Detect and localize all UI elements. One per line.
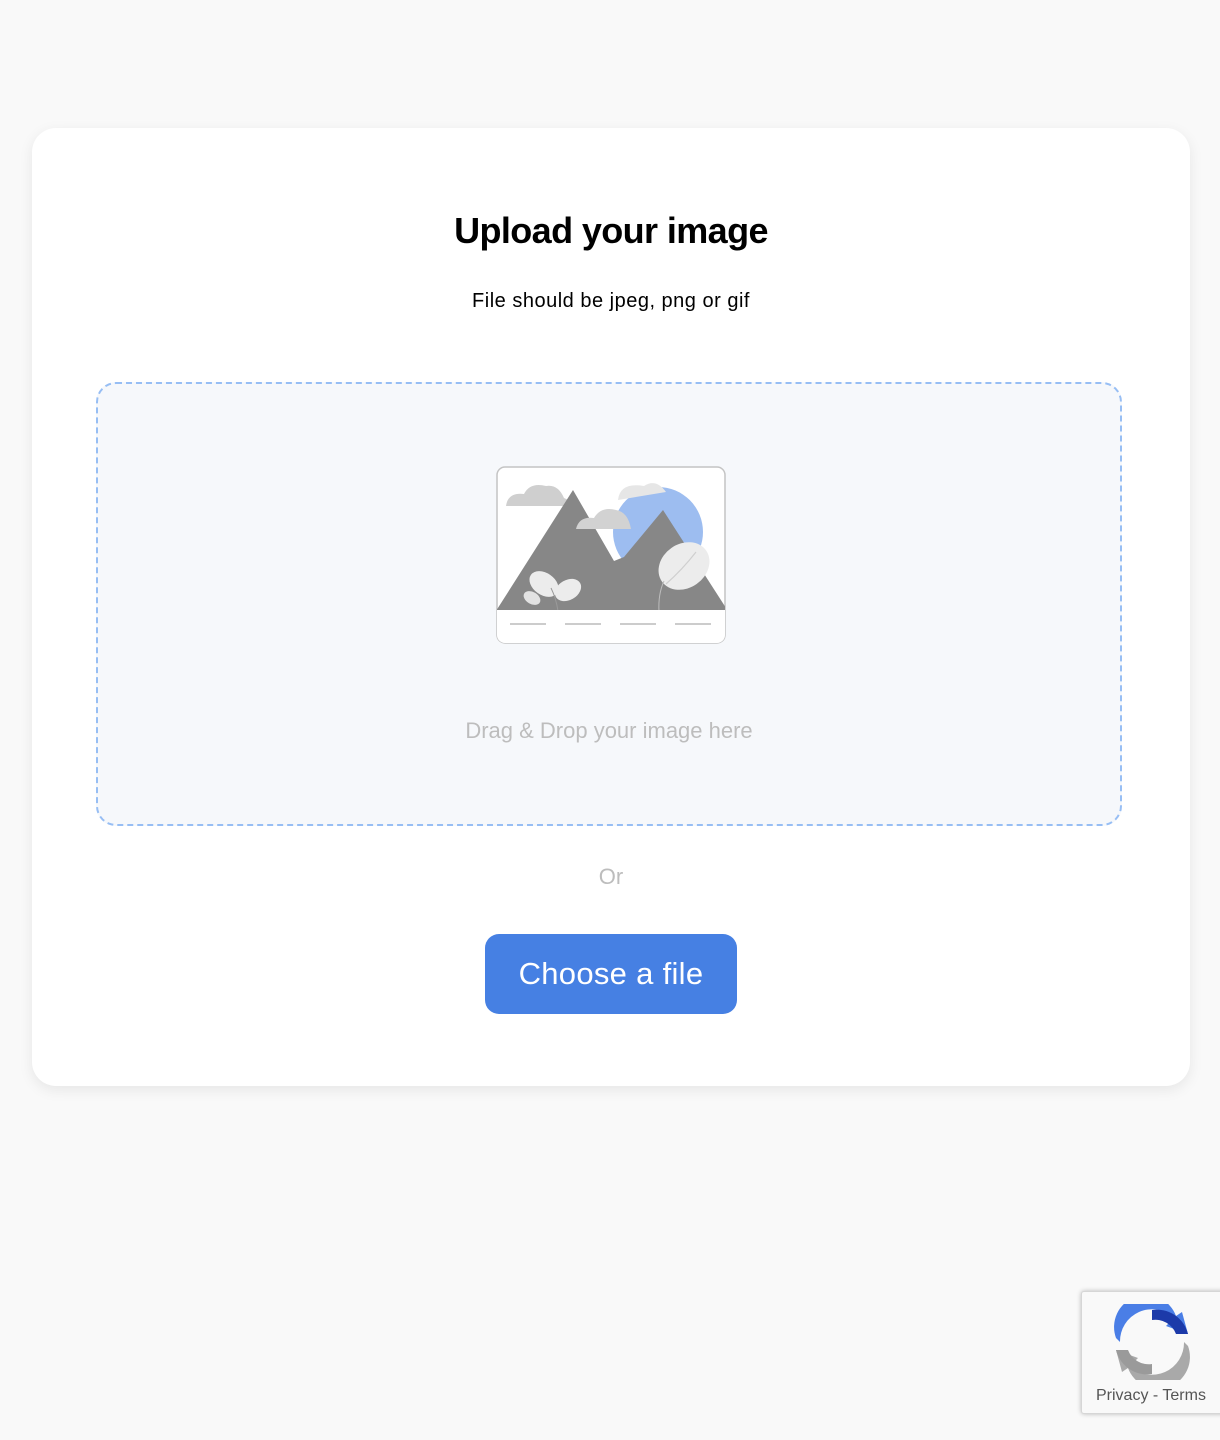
or-separator: Or	[598, 864, 624, 889]
dropzone-label: Drag & Drop your image here	[465, 718, 753, 743]
upload-card: Upload your image File should be jpeg, p…	[32, 128, 1190, 1086]
file-type-hint: File should be jpeg, png or gif	[472, 290, 750, 312]
choose-file-button[interactable]: Choose a file	[485, 934, 737, 1014]
image-placeholder-icon	[496, 466, 726, 644]
image-dropzone[interactable]: Drag & Drop your image here	[96, 382, 1122, 826]
recaptcha-logo-icon	[1114, 1304, 1190, 1380]
page-title: Upload your image	[454, 210, 768, 251]
recaptcha-links: Privacy - Terms	[1096, 1387, 1206, 1405]
recaptcha-badge[interactable]: Privacy - Terms	[1081, 1291, 1220, 1414]
terms-link[interactable]: Terms	[1162, 1387, 1206, 1404]
link-separator: -	[1148, 1387, 1163, 1404]
privacy-link[interactable]: Privacy	[1096, 1387, 1148, 1404]
